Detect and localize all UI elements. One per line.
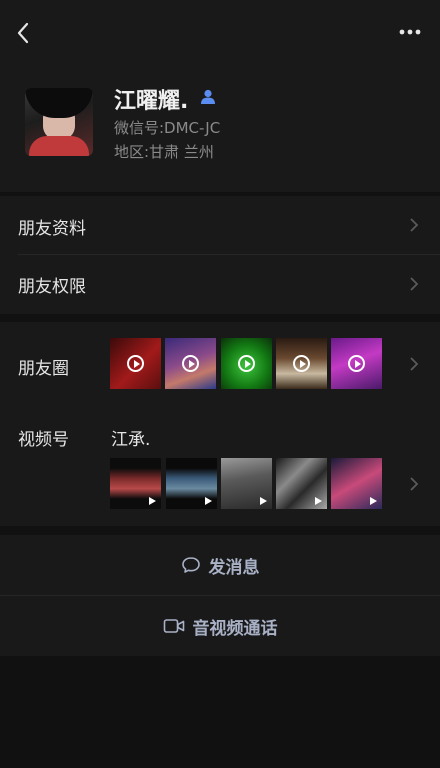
play-icon xyxy=(315,497,322,505)
nickname: 江曜耀. xyxy=(114,89,189,114)
moments-row[interactable]: 朋友圈 xyxy=(0,322,440,404)
moments-thumbnail[interactable] xyxy=(276,338,327,389)
channels-thumbnail[interactable] xyxy=(221,458,272,509)
play-icon xyxy=(293,355,310,372)
channels-name: 江承. xyxy=(111,430,151,450)
media-section: 朋友圈 视频号 江承. xyxy=(0,322,440,526)
profile-header: 江曜耀. 微信号:DMC-JC 地区:甘肃 兰州 xyxy=(0,66,440,192)
moments-thumbnail[interactable] xyxy=(110,338,161,389)
more-icon[interactable] xyxy=(394,22,426,42)
play-icon xyxy=(182,355,199,372)
play-icon xyxy=(238,355,255,372)
moments-label: 朋友圈 xyxy=(18,359,69,379)
video-call-label: 音视频通话 xyxy=(192,618,278,639)
top-bar xyxy=(0,0,440,66)
chat-bubble-icon xyxy=(181,557,200,573)
friend-info-label: 朋友资料 xyxy=(18,219,86,239)
friend-icon xyxy=(201,89,215,104)
channels-thumbnail[interactable] xyxy=(331,458,382,509)
moments-thumbnail[interactable] xyxy=(331,338,382,389)
avatar[interactable] xyxy=(25,88,93,156)
channels-thumbnail[interactable] xyxy=(110,458,161,509)
friend-menu: 朋友资料 朋友权限 xyxy=(0,196,440,314)
wechat-id: 微信号:DMC-JC xyxy=(114,119,221,137)
chevron-right-icon xyxy=(410,357,419,371)
video-call-button[interactable]: 音视频通话 xyxy=(0,596,440,656)
moments-thumbnail[interactable] xyxy=(221,338,272,389)
play-icon xyxy=(370,497,377,505)
friend-permissions-label: 朋友权限 xyxy=(18,277,86,297)
moments-thumbnail[interactable] xyxy=(165,338,216,389)
send-message-button[interactable]: 发消息 xyxy=(0,535,440,595)
channels-label: 视频号 xyxy=(18,430,69,450)
video-camera-icon xyxy=(163,619,184,633)
channels-thumbnail[interactable] xyxy=(276,458,327,509)
chevron-right-icon xyxy=(410,477,419,491)
play-icon xyxy=(260,497,267,505)
play-icon xyxy=(348,355,365,372)
chevron-right-icon xyxy=(410,277,419,291)
friend-permissions-item[interactable]: 朋友权限 xyxy=(0,255,440,313)
friend-info-item[interactable]: 朋友资料 xyxy=(0,196,440,254)
play-icon xyxy=(205,497,212,505)
play-icon xyxy=(127,355,144,372)
chevron-right-icon xyxy=(410,218,419,232)
channels-thumbnail[interactable] xyxy=(166,458,217,509)
play-icon xyxy=(149,497,156,505)
send-message-label: 发消息 xyxy=(208,557,260,578)
back-arrow-icon[interactable] xyxy=(12,20,36,46)
region: 地区:甘肃 兰州 xyxy=(114,143,214,161)
channels-row[interactable]: 视频号 江承. xyxy=(0,408,440,526)
